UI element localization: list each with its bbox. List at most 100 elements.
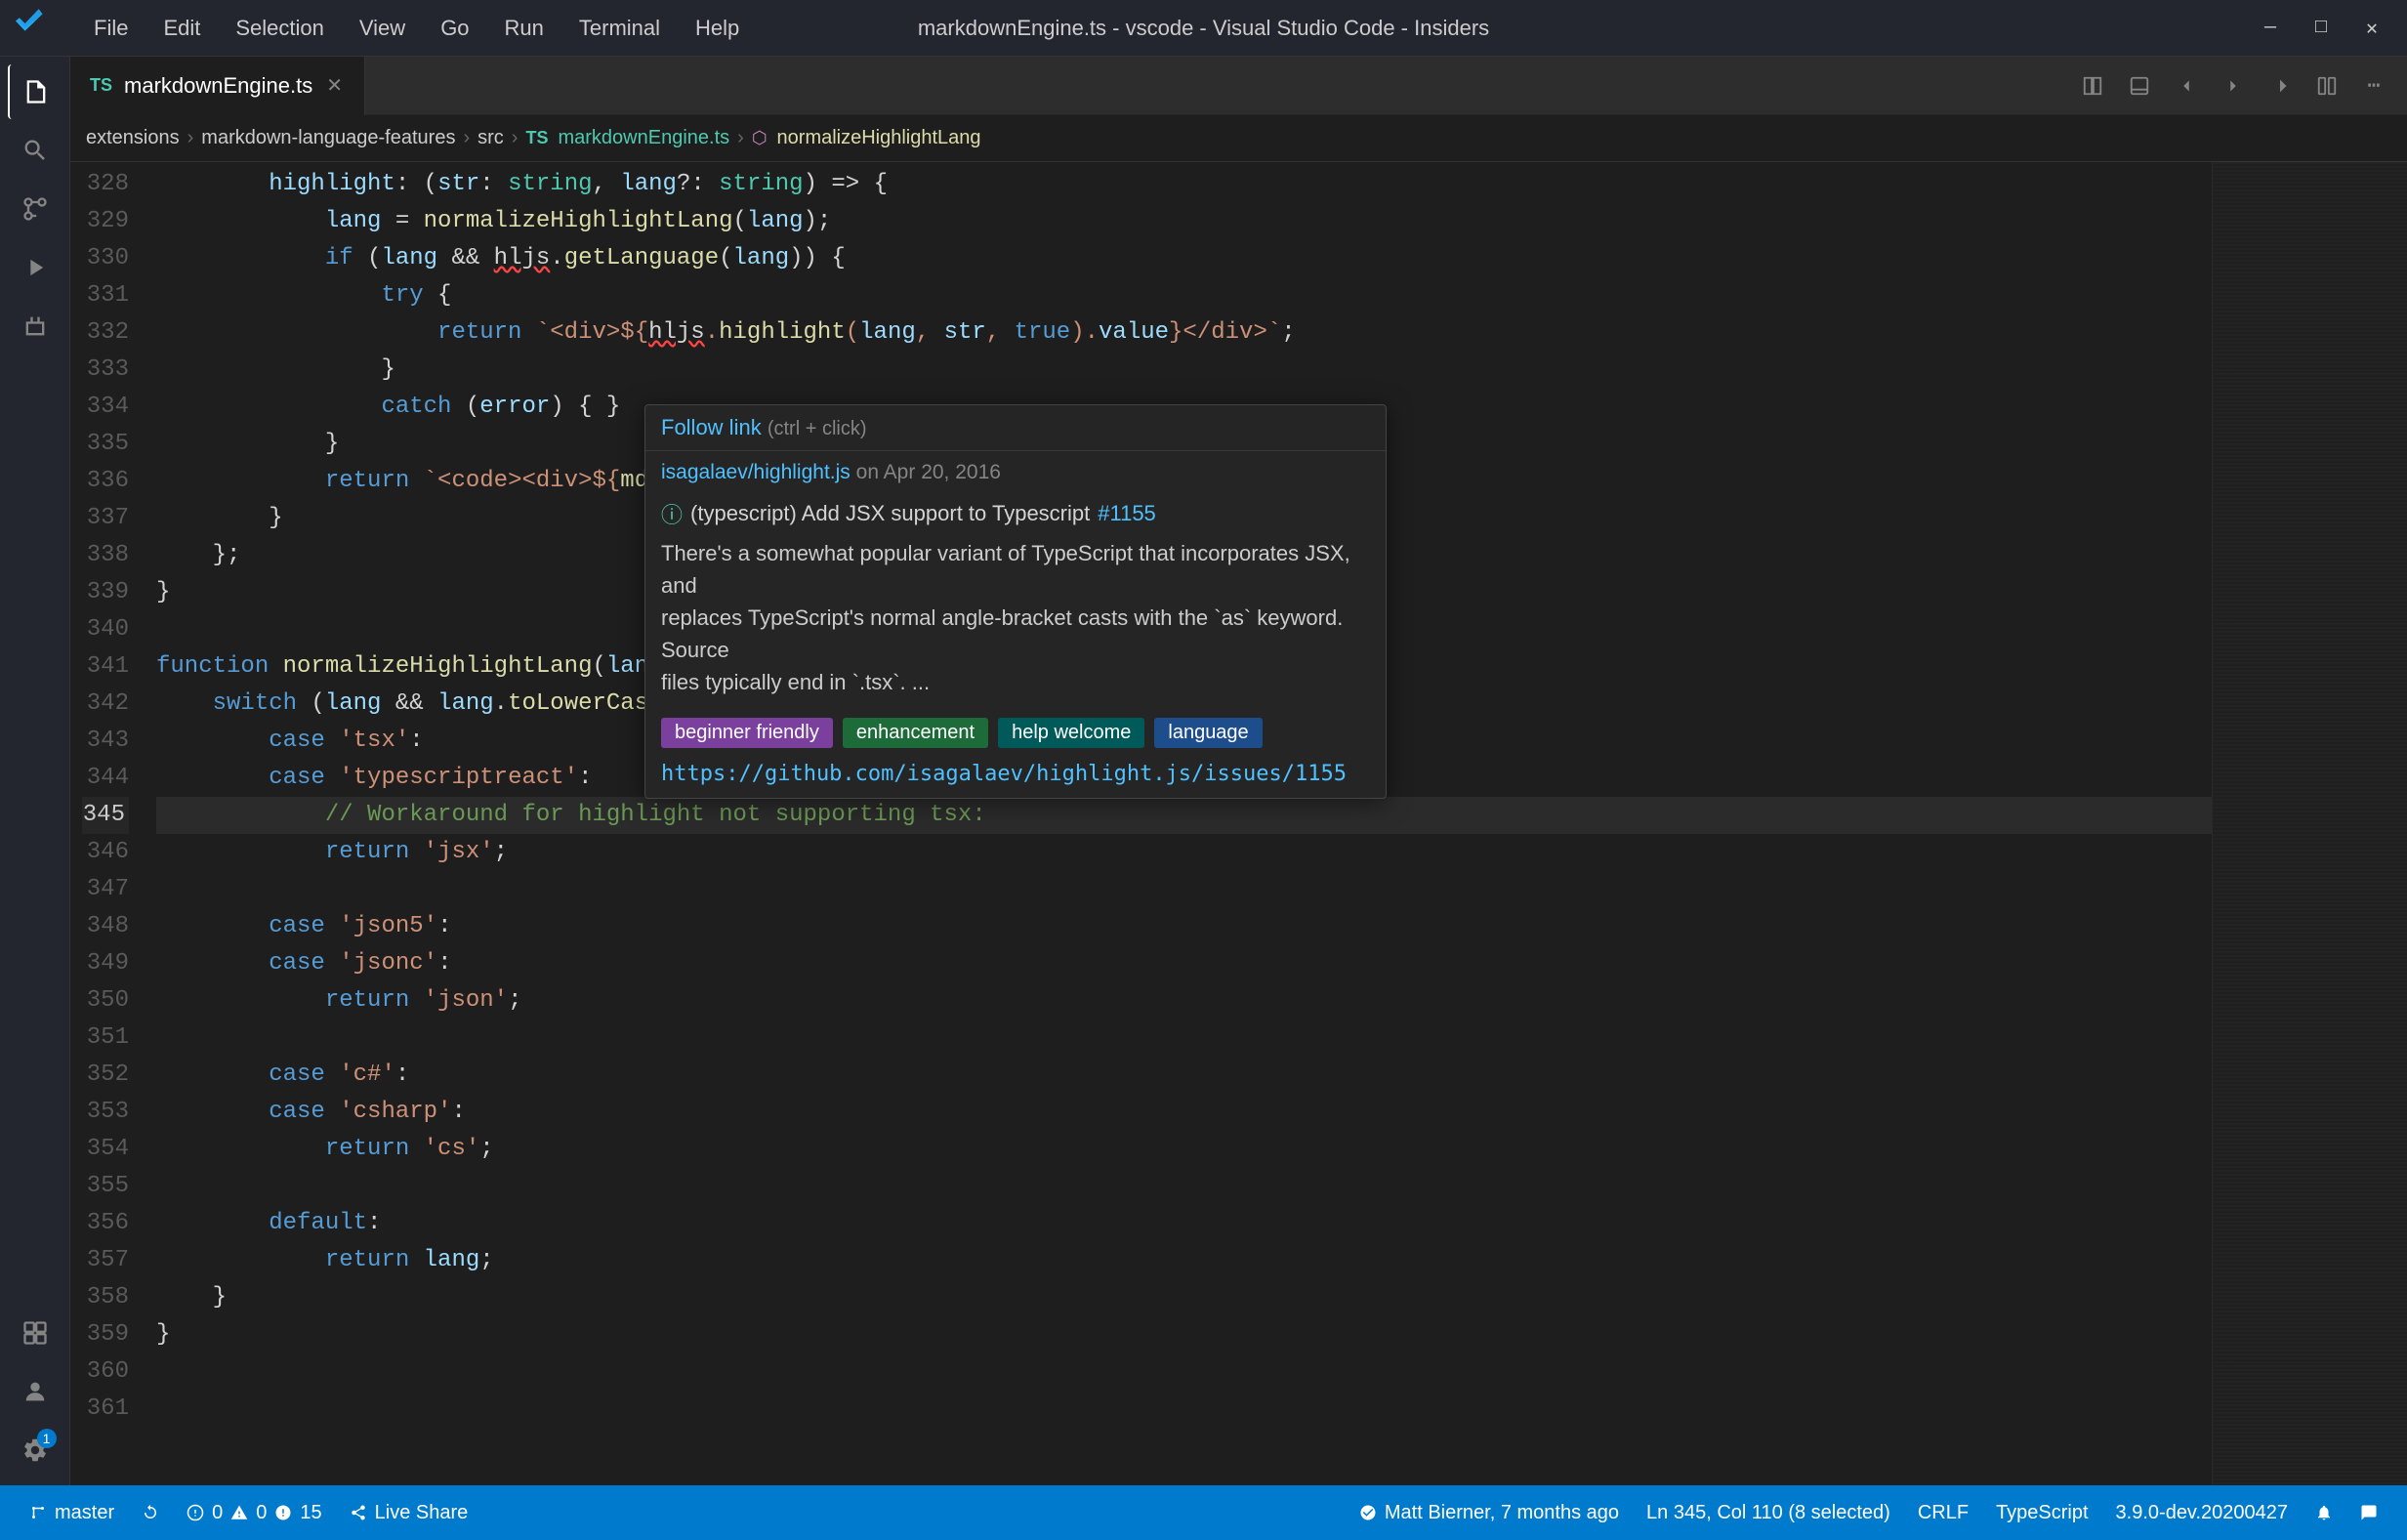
language-mode: TypeScript <box>1996 1502 2088 1524</box>
code-line-331: try { <box>156 277 2212 314</box>
code-line-330: if (lang && hljs.getLanguage(lang)) { <box>156 240 2212 277</box>
editor-area: TS markdownEngine.ts ✕ <box>70 57 2407 1485</box>
remote-explorer-icon[interactable] <box>8 1306 62 1360</box>
code-content[interactable]: highlight: (str: string, lang?: string) … <box>141 162 2212 1485</box>
breadcrumb-src[interactable]: src <box>477 127 504 149</box>
menu-edit[interactable]: Edit <box>147 12 216 45</box>
explorer-icon[interactable] <box>8 64 62 119</box>
hover-tag-help[interactable]: help welcome <box>998 718 1144 748</box>
branch-name: master <box>55 1502 114 1524</box>
hover-tag-enhancement[interactable]: enhancement <box>843 718 988 748</box>
info-count: 15 <box>300 1502 321 1524</box>
title-bar-left: File Edit Selection View Go Run Terminal… <box>16 8 755 49</box>
source-control-icon[interactable] <box>8 182 62 236</box>
follow-link-text[interactable]: Follow link <box>661 415 762 439</box>
extensions-icon[interactable] <box>8 299 62 354</box>
status-bell[interactable] <box>2302 1504 2346 1521</box>
editor-tabs: TS markdownEngine.ts ✕ <box>70 57 2407 115</box>
hover-issue-title: ⓘ (typescript) Add JSX support to Typesc… <box>645 494 1386 537</box>
follow-link-shortcut: (ctrl + click) <box>768 418 867 439</box>
menu-go[interactable]: Go <box>425 12 484 45</box>
code-line-351 <box>156 1020 2212 1057</box>
hover-tag-beginner[interactable]: beginner friendly <box>661 718 833 748</box>
navigate-forward-icon[interactable] <box>2212 64 2255 107</box>
run-debug-icon[interactable] <box>8 240 62 295</box>
code-line-333: } <box>156 352 2212 389</box>
info-icon: ⓘ <box>661 498 683 529</box>
hover-popup: Follow link (ctrl + click) isagalaev/hig… <box>644 404 1387 799</box>
status-git-user[interactable]: Matt Bierner, 7 months ago <box>1346 1502 1633 1524</box>
menu-run[interactable]: Run <box>489 12 560 45</box>
settings-icon[interactable] <box>8 1423 62 1478</box>
menu-view[interactable]: View <box>344 12 421 45</box>
navigate-to-icon[interactable] <box>2259 64 2302 107</box>
code-line-345: // Workaround for highlight not supporti… <box>156 797 2212 834</box>
hover-issue-link[interactable]: #1155 <box>1098 501 1156 526</box>
code-line-350: return 'json'; <box>156 982 2212 1020</box>
status-language[interactable]: TypeScript <box>1982 1502 2101 1524</box>
tab-label: markdownEngine.ts <box>124 73 312 99</box>
menu-file[interactable]: File <box>78 12 144 45</box>
code-line-359: } <box>156 1316 2212 1353</box>
hover-tag-language[interactable]: language <box>1154 718 1262 748</box>
hover-url[interactable]: https://github.com/isagalaev/highlight.j… <box>645 756 1386 798</box>
tab-markdownengine[interactable]: TS markdownEngine.ts ✕ <box>70 57 365 115</box>
code-line-329: lang = normalizeHighlightLang(lang); <box>156 203 2212 240</box>
code-line-347 <box>156 871 2212 908</box>
status-line-ending[interactable]: CRLF <box>1904 1502 1982 1524</box>
hover-commit-date: on Apr 20, 2016 <box>856 461 1001 483</box>
error-count: 0 <box>212 1502 223 1524</box>
title-bar: File Edit Selection View Go Run Terminal… <box>0 0 2407 57</box>
status-live-share[interactable]: Live Share <box>336 1485 482 1540</box>
tab-toolbar: ⋯ <box>2071 64 2407 107</box>
minimap-content <box>2213 162 2407 1485</box>
search-icon[interactable] <box>8 123 62 178</box>
tab-close-button[interactable]: ✕ <box>324 71 345 100</box>
code-line-358: } <box>156 1279 2212 1316</box>
menu-terminal[interactable]: Terminal <box>563 12 676 45</box>
live-share-label: Live Share <box>375 1502 469 1524</box>
code-line-328: highlight: (str: string, lang?: string) … <box>156 166 2212 203</box>
breadcrumb: extensions › markdown-language-features … <box>70 115 2407 162</box>
code-line-332: return `<div>${hljs.highlight(lang, str,… <box>156 314 2212 352</box>
maximize-button[interactable]: □ <box>2302 9 2341 48</box>
breadcrumb-markdown-language-features[interactable]: markdown-language-features <box>201 127 455 149</box>
hover-commit-author: isagalaev/highlight.js <box>661 461 851 483</box>
account-icon[interactable] <box>8 1364 62 1419</box>
more-actions-icon[interactable]: ⋯ <box>2352 64 2395 107</box>
breadcrumb-function[interactable]: normalizeHighlightLang <box>777 127 981 149</box>
close-button[interactable]: ✕ <box>2352 9 2391 48</box>
breadcrumb-extensions[interactable]: extensions <box>86 127 180 149</box>
cursor-position: Ln 345, Col 110 (8 selected) <box>1646 1502 1890 1524</box>
editor-layout-icon[interactable] <box>2305 64 2348 107</box>
hover-tags: beginner friendly enhancement help welco… <box>645 710 1386 756</box>
window-title: markdownEngine.ts - vscode - Visual Stud… <box>918 16 1489 41</box>
code-line-357: return lang; <box>156 1242 2212 1279</box>
breadcrumb-file[interactable]: markdownEngine.ts <box>558 127 729 149</box>
hover-commit-info[interactable]: isagalaev/highlight.js on Apr 20, 2016 <box>645 451 1386 494</box>
status-errors[interactable]: 0 0 15 <box>173 1485 336 1540</box>
code-editor[interactable]: 328 329 330 331 332 333 334 335 336 337 … <box>70 162 2407 1485</box>
line-ending: CRLF <box>1918 1502 1969 1524</box>
status-branch[interactable]: master <box>16 1485 128 1540</box>
status-notifications[interactable] <box>2346 1504 2391 1521</box>
menu-help[interactable]: Help <box>680 12 755 45</box>
status-position[interactable]: Ln 345, Col 110 (8 selected) <box>1633 1502 1904 1524</box>
minimize-button[interactable]: — <box>2251 9 2290 48</box>
status-version[interactable]: 3.9.0-dev.20200427 <box>2102 1502 2302 1524</box>
window-controls: — □ ✕ <box>2251 9 2391 48</box>
ts-version: 3.9.0-dev.20200427 <box>2116 1502 2288 1524</box>
status-right-group: Matt Bierner, 7 months ago Ln 345, Col 1… <box>1346 1502 2391 1524</box>
code-line-361 <box>156 1391 2212 1428</box>
status-bar: master 0 0 15 Live Share Matt Bierner, 7… <box>0 1485 2407 1540</box>
git-user: Matt Bierner, 7 months ago <box>1385 1502 1619 1524</box>
status-sync[interactable] <box>128 1485 173 1540</box>
activity-bar <box>0 57 70 1485</box>
menu-selection[interactable]: Selection <box>220 12 340 45</box>
split-editor-icon[interactable] <box>2071 64 2114 107</box>
menu-bar: File Edit Selection View Go Run Terminal… <box>78 12 755 45</box>
code-line-353: case 'csharp': <box>156 1094 2212 1131</box>
toggle-panel-icon[interactable] <box>2118 64 2161 107</box>
main-area: TS markdownEngine.ts ✕ <box>0 57 2407 1485</box>
navigate-back-icon[interactable] <box>2165 64 2208 107</box>
